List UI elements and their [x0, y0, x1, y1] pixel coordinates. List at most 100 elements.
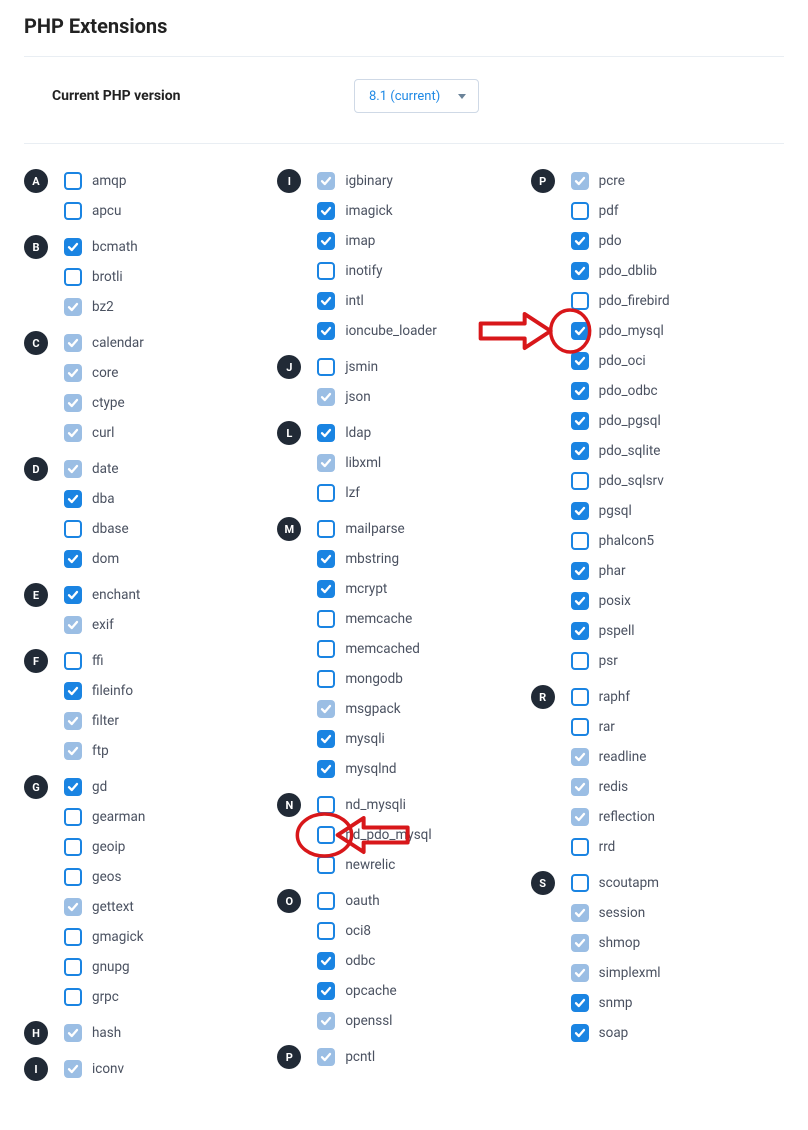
extension-openssl[interactable]: openssl [317, 1006, 396, 1036]
extension-checkbox[interactable] [317, 580, 335, 598]
extension-pdo_odbc[interactable]: pdo_odbc [571, 376, 670, 406]
extension-checkbox[interactable] [571, 688, 589, 706]
extension-checkbox[interactable] [64, 958, 82, 976]
extension-mbstring[interactable]: mbstring [317, 544, 420, 574]
extension-checkbox[interactable] [571, 994, 589, 1012]
extension-pdo_mysql[interactable]: pdo_mysql [571, 316, 670, 346]
extension-checkbox[interactable] [317, 670, 335, 688]
extension-checkbox[interactable] [571, 502, 589, 520]
extension-mailparse[interactable]: mailparse [317, 514, 420, 544]
extension-pdo[interactable]: pdo [571, 226, 670, 256]
extension-checkbox[interactable] [317, 892, 335, 910]
extension-ffi[interactable]: ffi [64, 646, 133, 676]
extension-checkbox[interactable] [317, 640, 335, 658]
extension-libxml[interactable]: libxml [317, 448, 381, 478]
extension-redis[interactable]: redis [571, 772, 655, 802]
extension-mcrypt[interactable]: mcrypt [317, 574, 420, 604]
extension-checkbox[interactable] [64, 268, 82, 286]
extension-checkbox[interactable] [64, 172, 82, 190]
extension-checkbox[interactable] [571, 382, 589, 400]
extension-checkbox[interactable] [317, 292, 335, 310]
extension-checkbox[interactable] [64, 682, 82, 700]
extension-reflection[interactable]: reflection [571, 802, 655, 832]
extension-checkbox[interactable] [571, 202, 589, 220]
extension-ftp[interactable]: ftp [64, 736, 133, 766]
extension-checkbox[interactable] [64, 808, 82, 826]
extension-checkbox[interactable] [571, 838, 589, 856]
extension-gettext[interactable]: gettext [64, 892, 145, 922]
extension-snmp[interactable]: snmp [571, 988, 661, 1018]
extension-geos[interactable]: geos [64, 862, 145, 892]
extension-checkbox[interactable] [571, 622, 589, 640]
extension-mongodb[interactable]: mongodb [317, 664, 420, 694]
extension-checkbox[interactable] [571, 232, 589, 250]
extension-session[interactable]: session [571, 898, 661, 928]
extension-pcre[interactable]: pcre [571, 166, 670, 196]
extension-checkbox[interactable] [317, 952, 335, 970]
extension-ioncube_loader[interactable]: ioncube_loader [317, 316, 436, 346]
extension-checkbox[interactable] [571, 874, 589, 892]
extension-imagick[interactable]: imagick [317, 196, 436, 226]
extension-newrelic[interactable]: newrelic [317, 850, 431, 880]
extension-checkbox[interactable] [64, 928, 82, 946]
extension-checkbox[interactable] [571, 532, 589, 550]
extension-imap[interactable]: imap [317, 226, 436, 256]
extension-pdf[interactable]: pdf [571, 196, 670, 226]
extension-checkbox[interactable] [317, 484, 335, 502]
extension-checkbox[interactable] [317, 424, 335, 442]
extension-checkbox[interactable] [64, 490, 82, 508]
extension-checkbox[interactable] [64, 838, 82, 856]
extension-simplexml[interactable]: simplexml [571, 958, 661, 988]
extension-rrd[interactable]: rrd [571, 832, 655, 862]
extension-readline[interactable]: readline [571, 742, 655, 772]
extension-checkbox[interactable] [317, 922, 335, 940]
extension-iconv[interactable]: iconv [64, 1054, 124, 1084]
extension-checkbox[interactable] [64, 778, 82, 796]
extension-checkbox[interactable] [64, 988, 82, 1006]
extension-core[interactable]: core [64, 358, 144, 388]
extension-soap[interactable]: soap [571, 1018, 661, 1048]
php-version-select[interactable]: 8.1 (current) [354, 79, 479, 113]
extension-gd[interactable]: gd [64, 772, 145, 802]
extension-checkbox[interactable] [571, 1024, 589, 1042]
extension-bcmath[interactable]: bcmath [64, 232, 138, 262]
extension-psr[interactable]: psr [571, 646, 670, 676]
extension-mysqli[interactable]: mysqli [317, 724, 420, 754]
extension-phar[interactable]: phar [571, 556, 670, 586]
extension-grpc[interactable]: grpc [64, 982, 145, 1012]
extension-filter[interactable]: filter [64, 706, 133, 736]
extension-exif[interactable]: exif [64, 610, 140, 640]
extension-amqp[interactable]: amqp [64, 166, 126, 196]
extension-checkbox[interactable] [317, 796, 335, 814]
extension-checkbox[interactable] [317, 610, 335, 628]
extension-opcache[interactable]: opcache [317, 976, 396, 1006]
extension-checkbox[interactable] [317, 232, 335, 250]
extension-bz2[interactable]: bz2 [64, 292, 138, 322]
extension-checkbox[interactable] [571, 262, 589, 280]
extension-checkbox[interactable] [317, 322, 335, 340]
extension-ctype[interactable]: ctype [64, 388, 144, 418]
extension-scoutapm[interactable]: scoutapm [571, 868, 661, 898]
extension-checkbox[interactable] [317, 550, 335, 568]
extension-dba[interactable]: dba [64, 484, 129, 514]
extension-pdo_dblib[interactable]: pdo_dblib [571, 256, 670, 286]
extension-odbc[interactable]: odbc [317, 946, 396, 976]
extension-dbase[interactable]: dbase [64, 514, 129, 544]
extension-jsmin[interactable]: jsmin [317, 352, 378, 382]
extension-oci8[interactable]: oci8 [317, 916, 396, 946]
extension-gmagick[interactable]: gmagick [64, 922, 145, 952]
extension-checkbox[interactable] [317, 202, 335, 220]
extension-intl[interactable]: intl [317, 286, 436, 316]
extension-checkbox[interactable] [64, 652, 82, 670]
extension-checkbox[interactable] [317, 730, 335, 748]
extension-rar[interactable]: rar [571, 712, 655, 742]
extension-pdo_firebird[interactable]: pdo_firebird [571, 286, 670, 316]
extension-msgpack[interactable]: msgpack [317, 694, 420, 724]
extension-mysqlnd[interactable]: mysqlnd [317, 754, 420, 784]
extension-memcache[interactable]: memcache [317, 604, 420, 634]
extension-posix[interactable]: posix [571, 586, 670, 616]
extension-gearman[interactable]: gearman [64, 802, 145, 832]
extension-checkbox[interactable] [64, 586, 82, 604]
extension-pspell[interactable]: pspell [571, 616, 670, 646]
extension-checkbox[interactable] [571, 292, 589, 310]
